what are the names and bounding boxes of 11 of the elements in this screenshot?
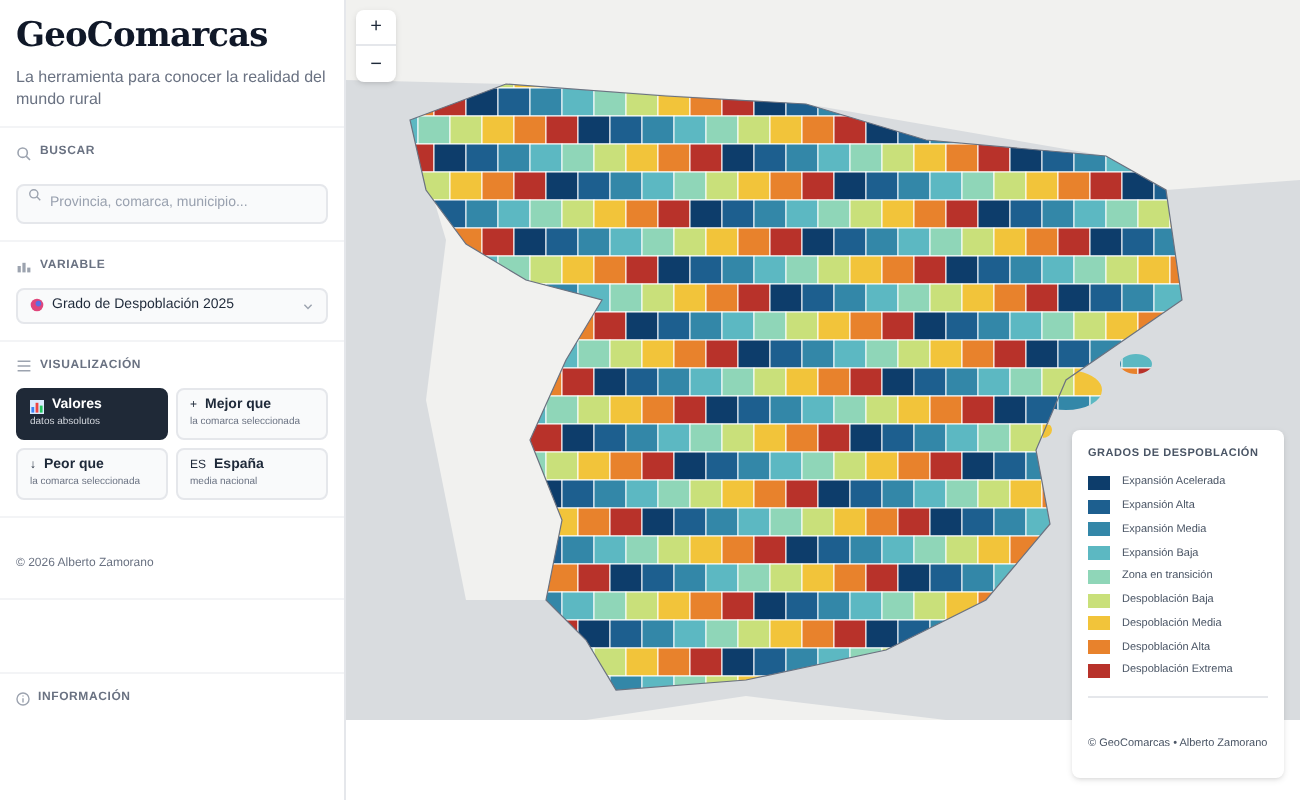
search-icon [16, 145, 32, 162]
bar-chart-icon [30, 399, 44, 413]
zoom-out-button[interactable]: − [356, 46, 396, 82]
chevron-down-icon [302, 299, 314, 312]
app-subtitle: La herramienta para conocer la realidad del mundo rural [16, 66, 328, 111]
app-title: GeoComarcas [16, 16, 270, 59]
map-drawing[interactable] [346, 0, 1300, 720]
info-icon [16, 692, 30, 706]
search-icon [28, 187, 42, 202]
zoom-in-button[interactable]: + [356, 10, 396, 46]
bar-chart-icon [16, 258, 32, 275]
